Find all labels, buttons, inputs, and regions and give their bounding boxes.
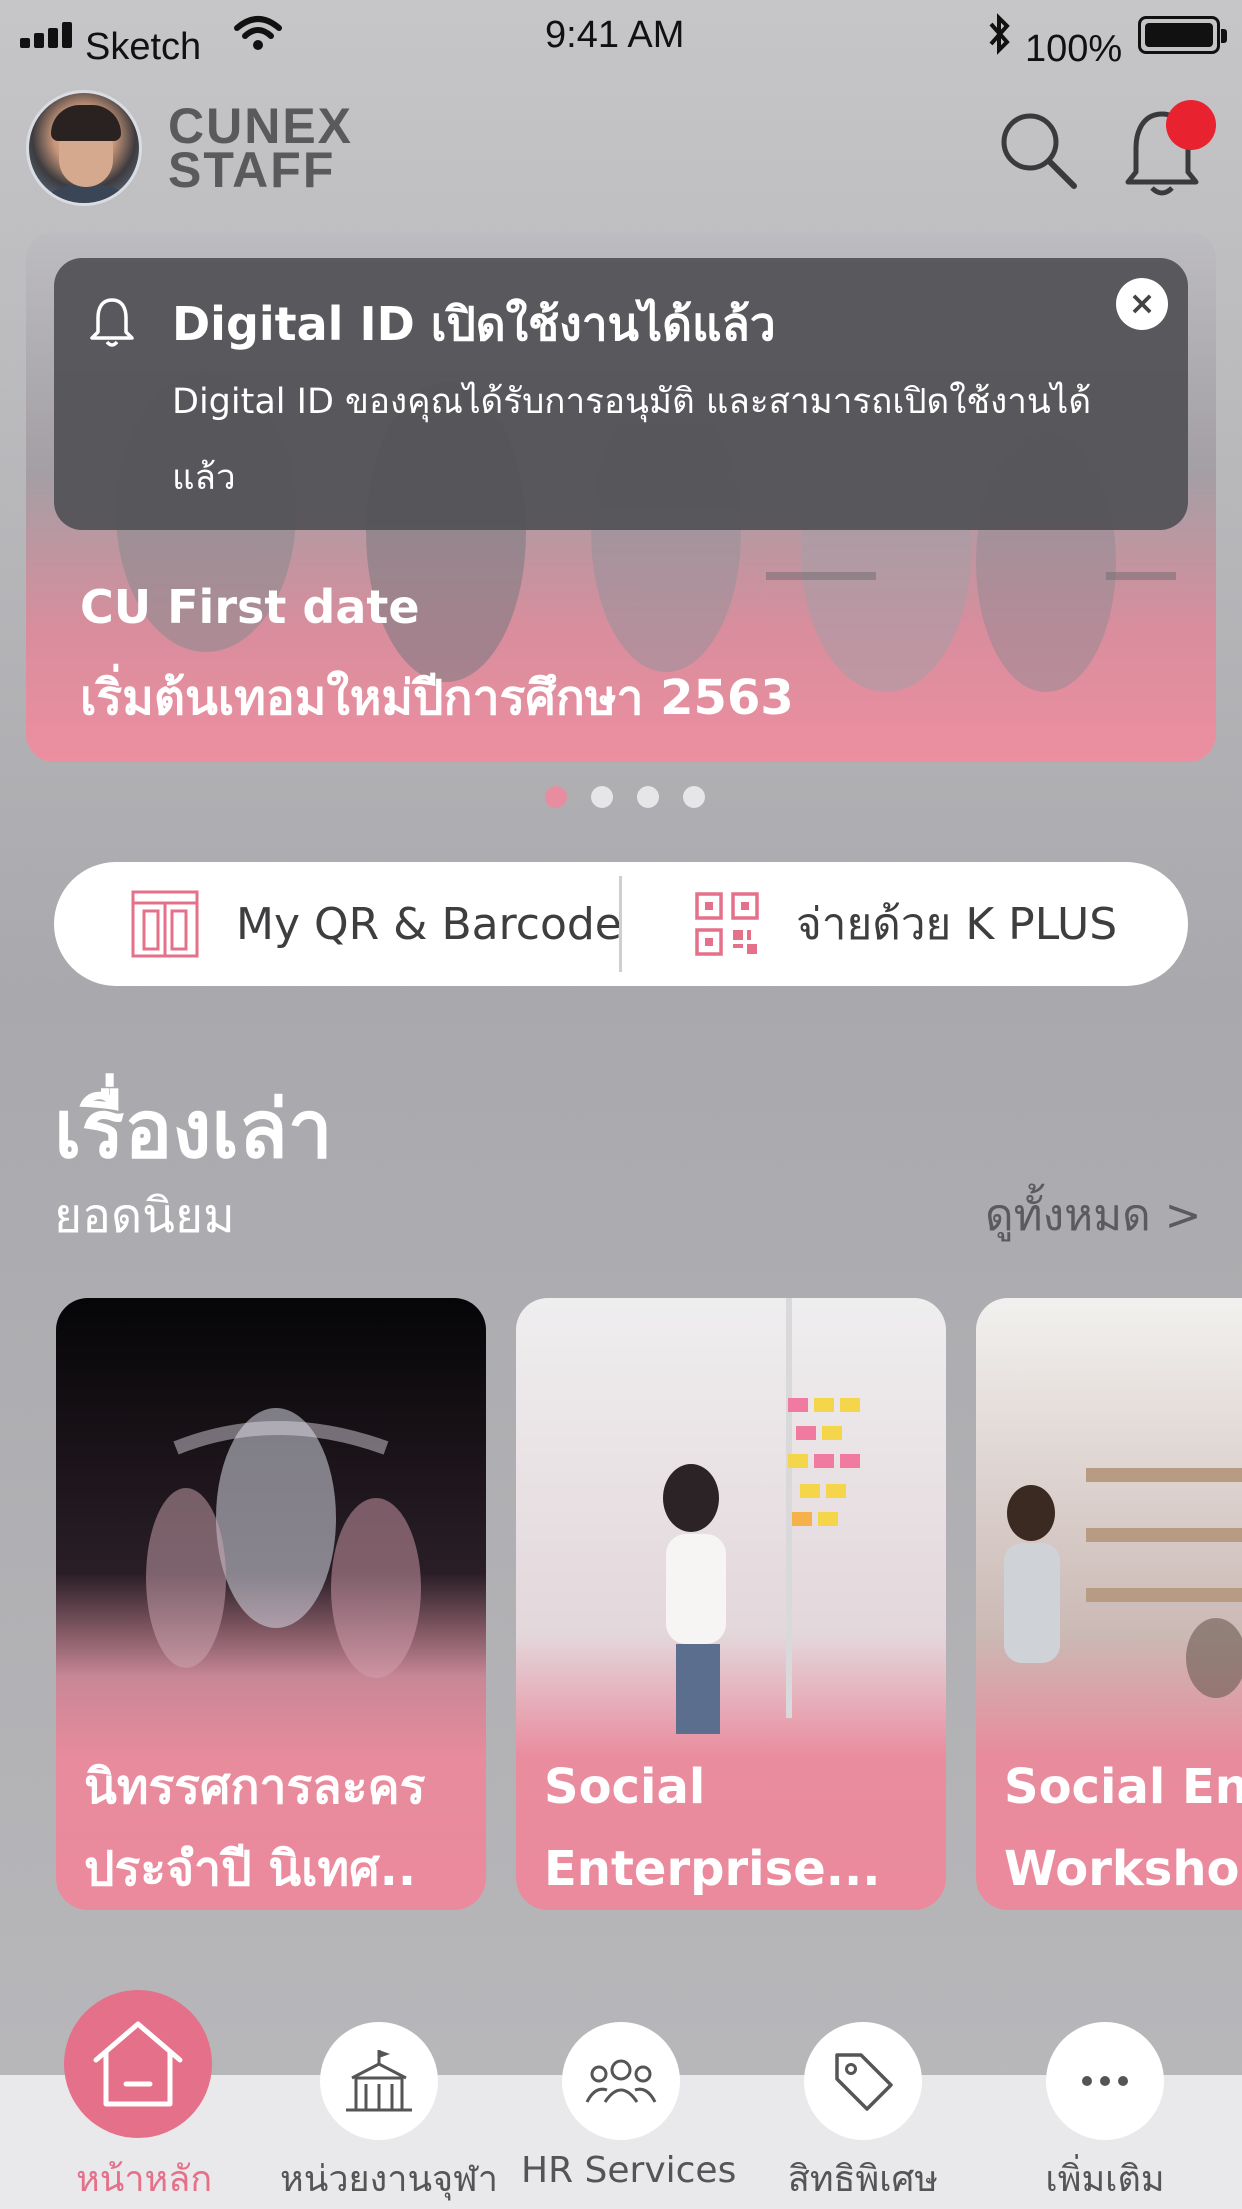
nav-label-privileges[interactable]: สิทธิพิเศษ [763, 2150, 963, 2207]
clock: 9:41 AM [545, 14, 685, 56]
status-bar: Sketch 9:41 AM 100% [0, 0, 1242, 75]
story-title-line-2: ประจำปี นิเทศ.. [84, 1841, 417, 1897]
story-card[interactable]: Social Enterprise... [516, 1298, 946, 1910]
story-card[interactable]: นิทรรศการละคร ประจำปี นิเทศ.. [56, 1298, 486, 1910]
page-dot-2[interactable] [591, 786, 613, 808]
nav-label-departments[interactable]: หน่วยงานจุฬา [280, 2150, 498, 2207]
quick-actions-bar: My QR & Barcode จ่ายด้วย K PLUS [54, 862, 1188, 986]
close-button[interactable]: × [1116, 278, 1168, 330]
nav-label-hr-services[interactable]: HR Services [521, 2150, 736, 2191]
pay-kplus-label: จ่ายด้วย K PLUS [796, 899, 1118, 950]
banner-subtitle: เริ่มต้นเทอมใหม่ปีการศึกษา 2563 [80, 670, 794, 726]
people-icon [585, 2059, 657, 2103]
story-title-line-1: Social [544, 1759, 706, 1815]
wifi-icon [234, 16, 282, 50]
search-icon[interactable] [996, 108, 1080, 192]
carrier-name: Sketch [85, 26, 202, 68]
story-title: Social Ente Workshop [1004, 1746, 1242, 1910]
nav-home-button[interactable] [64, 1990, 212, 2138]
story-card[interactable]: Social Ente Workshop [976, 1298, 1242, 1910]
notification-toast[interactable]: Digital ID เปิดใช้งานได้แล้ว Digital ID … [54, 258, 1188, 530]
nav-label-home[interactable]: หน้าหลัก [76, 2150, 212, 2207]
section-title: เรื่องเล่า [54, 1083, 333, 1176]
app-logo: CUNEX STAFF [168, 101, 353, 198]
my-qr-label: My QR & Barcode [236, 898, 622, 950]
story-title-line-1: Social Ente [1004, 1759, 1242, 1815]
page-dot-1[interactable] [545, 786, 567, 808]
tag-icon [835, 2053, 893, 2111]
nav-privileges-button[interactable] [804, 2022, 922, 2140]
qr-code-icon [695, 892, 759, 956]
barcode-icon [131, 890, 199, 958]
my-qr-barcode-button[interactable]: My QR & Barcode [130, 862, 622, 986]
see-all-link[interactable]: ดูทั้งหมด > [985, 1180, 1202, 1250]
nav-more-button[interactable] [1046, 2022, 1164, 2140]
bluetooth-icon [989, 13, 1010, 55]
nav-label-more[interactable]: เพิ่มเติม [1005, 2150, 1205, 2207]
story-title: นิทรรศการละคร ประจำปี นิเทศ.. [84, 1746, 486, 1910]
toast-title: Digital ID เปิดใช้งานได้แล้ว [172, 297, 776, 351]
bell-outline-icon [90, 298, 134, 347]
banner-title: CU First date [80, 580, 420, 634]
home-icon [93, 2021, 183, 2107]
story-title: Social Enterprise... [544, 1746, 946, 1910]
page-dot-3[interactable] [637, 786, 659, 808]
section-subtitle: ยอดนิยม [54, 1188, 235, 1244]
more-icon [1082, 2076, 1128, 2086]
battery-percent: 100% [1025, 28, 1123, 70]
story-title-line-2: Enterprise... [544, 1841, 881, 1897]
story-title-line-1: นิทรรศการละคร [84, 1759, 426, 1815]
avatar[interactable] [26, 90, 142, 206]
nav-hr-services-button[interactable] [562, 2022, 680, 2140]
building-icon [346, 2050, 412, 2112]
divider [619, 876, 622, 972]
carousel-pagination [545, 786, 729, 808]
battery-icon [1138, 16, 1227, 54]
brand-line-2: STAFF [168, 142, 336, 198]
story-title-line-2: Workshop [1004, 1841, 1242, 1897]
pay-kplus-button[interactable]: จ่ายด้วย K PLUS [694, 862, 1117, 986]
notification-badge [1166, 100, 1216, 150]
signal-icon [20, 22, 76, 48]
toast-body: Digital ID ของคุณได้รับการอนุมัติ และสาม… [172, 382, 1092, 498]
page-dot-4[interactable] [683, 786, 705, 808]
nav-departments-button[interactable] [320, 2022, 438, 2140]
